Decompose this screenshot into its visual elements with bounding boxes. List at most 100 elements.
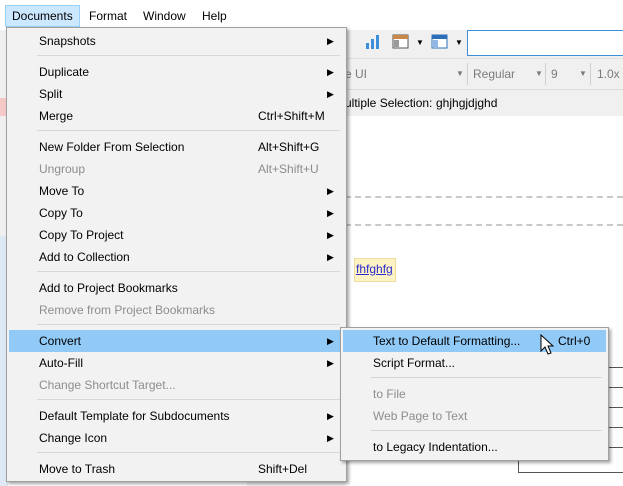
menu-item-label: Ungroup <box>39 162 86 176</box>
menu-item-convert[interactable]: Convert ▶ <box>9 330 344 352</box>
menu-item-label: Add to Project Bookmarks <box>39 281 178 295</box>
chevron-down-icon: ▼ <box>579 69 587 78</box>
selection-bar: ultiple Selection: ghjhgjdjghd <box>345 89 623 116</box>
menu-separator <box>37 55 340 56</box>
toolbar-divider <box>590 63 591 85</box>
menu-separator <box>37 452 340 453</box>
menu-item-label: Auto-Fill <box>39 356 84 370</box>
menu-item-label: Copy To Project <box>39 228 124 242</box>
menu-item-script-format[interactable]: Script Format... <box>343 352 606 374</box>
selection-label: ultiple Selection: <box>345 96 433 110</box>
convert-submenu: Text to Default Formatting... Ctrl+0 Scrip… <box>340 327 609 461</box>
line-spacing-select[interactable]: 1.0x <box>597 64 620 84</box>
font-style-select[interactable]: Regular <box>473 64 515 84</box>
font-size-select[interactable]: 9 <box>551 64 558 84</box>
menu-item-snapshots[interactable]: Snapshots ▶ <box>9 30 344 52</box>
menu-item-label: Move to Trash <box>39 462 116 476</box>
menu-help[interactable]: Help <box>196 6 233 26</box>
menu-item-remove-from-project-bookmarks: Remove from Project Bookmarks <box>9 299 344 321</box>
menu-format[interactable]: Format <box>83 6 133 26</box>
mouse-pointer-icon <box>540 333 555 359</box>
menu-item-web-page-to-text: Web Page to Text <box>343 405 606 427</box>
menu-item-shortcut: Alt+Shift+U <box>258 162 319 176</box>
menu-item-shortcut: Ctrl+0 <box>558 334 591 348</box>
menu-item-label: Change Shortcut Target... <box>39 378 176 392</box>
submenu-arrow-icon: ▶ <box>327 358 334 368</box>
menu-item-change-icon[interactable]: Change Icon ▶ <box>9 427 344 449</box>
menu-item-label: Split <box>39 87 63 101</box>
submenu-arrow-icon: ▶ <box>327 252 334 262</box>
menu-item-auto-fill[interactable]: Auto-Fill ▶ <box>9 352 344 374</box>
menu-separator <box>371 430 602 431</box>
menu-item-label: Convert <box>39 334 82 348</box>
menu-item-label: Web Page to Text <box>373 409 468 423</box>
menu-item-default-template-for-subdocuments[interactable]: Default Template for Subdocuments ▶ <box>9 405 344 427</box>
menu-item-shortcut: Shift+Del <box>258 462 308 476</box>
page-divider <box>345 224 623 226</box>
menu-item-change-shortcut-target: Change Shortcut Target... <box>9 374 344 396</box>
menu-item-merge[interactable]: Merge Ctrl+Shift+M <box>9 105 344 127</box>
layout-icon[interactable] <box>392 34 410 53</box>
menu-window[interactable]: Window <box>137 6 192 26</box>
documents-menu: Snapshots ▶ Duplicate ▶ Split ▶ Merge Ctrl+Shif… <box>6 27 347 482</box>
menu-item-label: Copy To <box>39 206 83 220</box>
submenu-arrow-icon: ▶ <box>327 186 334 196</box>
menu-item-label: Merge <box>39 109 74 123</box>
menu-item-split[interactable]: Split ▶ <box>9 83 344 105</box>
menu-item-label: Script Format... <box>373 356 456 370</box>
main-toolbar: ▼ ▼ <box>345 28 623 58</box>
menu-item-ungroup: Ungroup Alt+Shift+U <box>9 158 344 180</box>
menu-item-to-file: to File <box>343 383 606 405</box>
submenu-arrow-icon: ▶ <box>327 411 334 421</box>
menu-item-copy-to-project[interactable]: Copy To Project ▶ <box>9 224 344 246</box>
chevron-down-icon[interactable]: ▼ <box>455 33 463 53</box>
panel-icon[interactable] <box>431 34 449 53</box>
menu-item-new-folder-from-selection[interactable]: New Folder From Selection Alt+Shift+G <box>9 136 344 158</box>
menu-item-copy-to[interactable]: Copy To ▶ <box>9 202 344 224</box>
menu-item-label: New Folder From Selection <box>39 140 185 154</box>
menu-item-add-to-project-bookmarks[interactable]: Add to Project Bookmarks <box>9 277 344 299</box>
toolbar-divider <box>467 63 468 85</box>
toolbar-divider <box>545 63 546 85</box>
chevron-down-icon: ▼ <box>535 69 543 78</box>
menu-item-label: Text to Default Formatting... <box>373 334 521 348</box>
menu-item-move-to-trash[interactable]: Move to Trash Shift+Del <box>9 458 344 480</box>
menu-item-label: to File <box>373 387 406 401</box>
menu-separator <box>371 377 602 378</box>
menu-item-move-to[interactable]: Move To ▶ <box>9 180 344 202</box>
submenu-arrow-icon: ▶ <box>327 336 334 346</box>
menu-item-label: Default Template for Subdocuments <box>39 409 230 423</box>
search-field[interactable] <box>467 30 623 56</box>
menu-separator <box>37 271 340 272</box>
menu-item-add-to-collection[interactable]: Add to Collection ▶ <box>9 246 344 268</box>
menu-separator <box>37 399 340 400</box>
editor-link[interactable]: fhfghfg <box>354 258 396 282</box>
menu-item-label: Add to Collection <box>39 250 130 264</box>
menu-separator <box>37 324 340 325</box>
chevron-down-icon[interactable]: ▼ <box>416 33 424 53</box>
submenu-arrow-icon: ▶ <box>327 208 334 218</box>
menubar: Documents Format Window Help <box>0 0 623 30</box>
menu-item-label: Change Icon <box>39 431 108 445</box>
menu-item-shortcut: Ctrl+Shift+M <box>258 109 325 123</box>
format-toolbar: e UI ▼ Regular ▼ 9 ▼ 1.0x <box>345 58 623 89</box>
menu-item-label: Move To <box>39 184 85 198</box>
chart-icon[interactable] <box>365 34 383 53</box>
submenu-arrow-icon: ▶ <box>327 89 334 99</box>
font-family-select[interactable]: e UI <box>345 64 367 84</box>
page-divider <box>345 196 623 198</box>
selection-value: ghjhgjdjghd <box>436 96 498 110</box>
menu-item-shortcut: Alt+Shift+G <box>258 140 320 154</box>
menu-item-label: Remove from Project Bookmarks <box>39 303 216 317</box>
menu-separator <box>37 130 340 131</box>
menu-item-text-to-default-formatting[interactable]: Text to Default Formatting... Ctrl+0 <box>343 330 606 352</box>
submenu-arrow-icon: ▶ <box>327 433 334 443</box>
menu-documents[interactable]: Documents <box>5 5 80 27</box>
submenu-arrow-icon: ▶ <box>327 230 334 240</box>
menu-item-label: to Legacy Indentation... <box>373 440 498 454</box>
menu-item-label: Duplicate <box>39 65 90 79</box>
menu-item-to-legacy-indentation[interactable]: to Legacy Indentation... <box>343 436 606 458</box>
menu-item-duplicate[interactable]: Duplicate ▶ <box>9 61 344 83</box>
chevron-down-icon: ▼ <box>456 69 464 78</box>
submenu-arrow-icon: ▶ <box>327 36 334 46</box>
